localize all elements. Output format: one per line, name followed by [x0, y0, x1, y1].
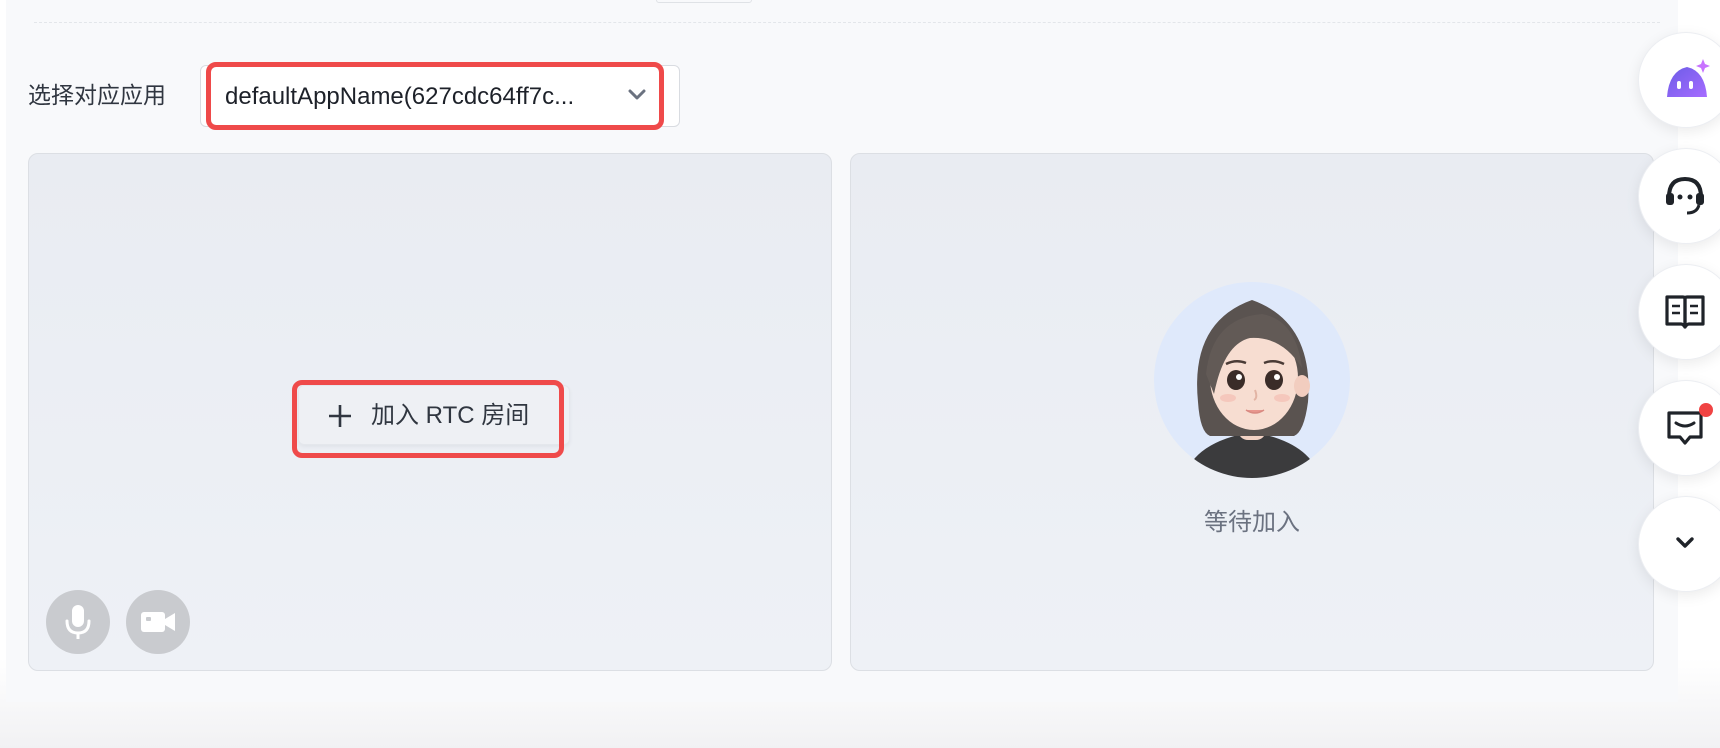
ai-assistant-icon	[1667, 59, 1710, 97]
app-select-label: 选择对应应用	[28, 82, 166, 108]
avatar-illustration	[1184, 300, 1320, 478]
page: 选择对应应用 defaultAppName(627cdc64ff7c... 加入…	[0, 0, 1720, 748]
section-divider	[34, 22, 1660, 23]
notification-dot	[1699, 403, 1713, 417]
chevron-down-icon	[628, 89, 646, 100]
waiting-join-label: 等待加入	[1204, 509, 1300, 536]
customer-service-headset-icon	[1666, 176, 1704, 215]
top-tab-stub	[656, 0, 752, 3]
user-avatar	[1154, 282, 1350, 478]
join-rtc-room-button[interactable]: 加入 RTC 房间	[298, 385, 570, 445]
video-camera-icon	[141, 612, 175, 632]
microphone-icon	[65, 605, 91, 639]
app-select-value: defaultAppName(627cdc64ff7c...	[225, 83, 575, 110]
mic-toggle-button[interactable]	[46, 590, 110, 654]
camera-toggle-button[interactable]	[126, 590, 190, 654]
app-select[interactable]: defaultAppName(627cdc64ff7c...	[200, 65, 680, 127]
docs-book-icon	[1665, 295, 1705, 329]
join-rtc-room-label: 加入 RTC 房间	[371, 402, 530, 429]
chevron-down-icon	[1676, 537, 1694, 548]
plus-icon	[329, 405, 351, 427]
